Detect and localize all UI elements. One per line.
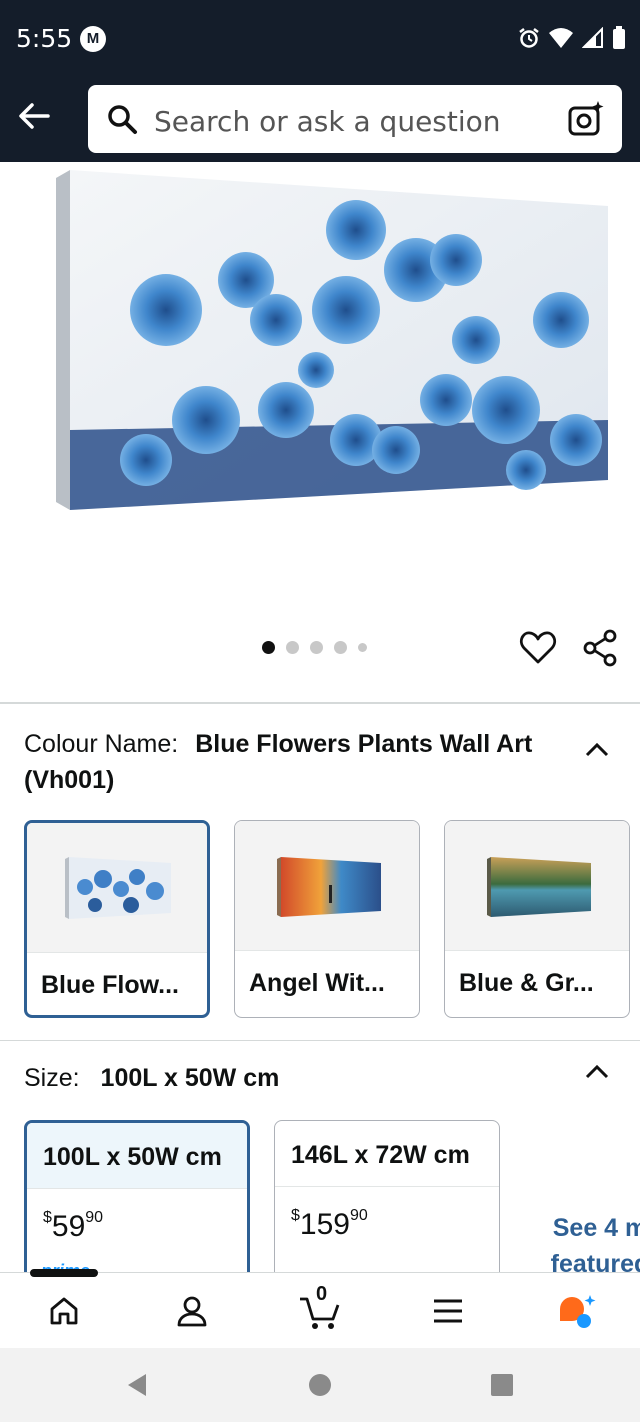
size-option-price: $5990 (43, 1209, 104, 1243)
size-label: Size: (24, 1064, 80, 1092)
nav-home[interactable] (42, 1289, 86, 1333)
nav-account[interactable] (170, 1289, 214, 1333)
thumbnail-angel-wings (277, 857, 381, 917)
active-tab-indicator (30, 1269, 98, 1277)
colour-option-label: Angel Wit... (249, 969, 385, 997)
colour-option-label: Blue & Gr... (459, 969, 594, 997)
person-icon (177, 1296, 207, 1327)
alarm-icon (519, 28, 539, 48)
search-input[interactable]: Search or ask a question (88, 85, 622, 153)
signal-icon (582, 27, 603, 48)
chevron-up-icon[interactable] (584, 1062, 610, 1080)
motorola-icon: M (80, 26, 106, 52)
search-icon (108, 105, 137, 134)
bottom-navigation: 0 (0, 1269, 640, 1348)
share-icon[interactable] (580, 628, 620, 668)
thumbnail-blue-flowers (65, 857, 171, 919)
home-icon (50, 1297, 78, 1325)
divider (0, 1040, 640, 1041)
back-triangle-icon[interactable] (124, 1372, 150, 1398)
cart-count: 0 (316, 1283, 328, 1305)
pagination-dot[interactable] (286, 641, 299, 654)
home-circle-icon[interactable] (308, 1373, 332, 1397)
thumbnail-blue-green-lake (487, 857, 591, 917)
size-option-label: 146L x 72W cm (275, 1121, 499, 1187)
size-heading: Size: 100L x 50W cm (24, 1064, 279, 1093)
product-image[interactable] (56, 170, 608, 510)
pagination-dot[interactable] (262, 641, 275, 654)
header: Search or ask a question (0, 78, 640, 162)
size-option-label: 100L x 50W cm (27, 1123, 247, 1189)
system-navigation-bar (0, 1348, 640, 1422)
heart-icon[interactable] (518, 628, 558, 668)
wifi-icon (549, 28, 573, 48)
rufus-assistant-icon (560, 1295, 596, 1328)
status-time: 5:55 (16, 24, 73, 53)
nav-assistant[interactable] (554, 1289, 598, 1333)
size-option[interactable]: 146L x 72W cm $15990 (274, 1120, 500, 1290)
pagination-dot[interactable] (334, 641, 347, 654)
colour-option-label: Blue Flow... (41, 971, 179, 999)
colour-option[interactable]: Blue & Gr... (444, 820, 630, 1018)
back-arrow-icon[interactable] (14, 96, 54, 136)
pagination-dot[interactable] (358, 643, 367, 652)
colour-heading: Colour Name: Blue Flowers Plants Wall Ar… (24, 726, 544, 798)
size-option-price: $15990 (291, 1207, 368, 1241)
search-placeholder: Search or ask a question (154, 105, 501, 138)
nav-cart[interactable]: 0 (296, 1283, 346, 1333)
battery-icon (613, 26, 625, 49)
camera-search-icon[interactable] (566, 99, 606, 139)
menu-icon (434, 1299, 462, 1323)
colour-option[interactable]: Angel Wit... (234, 820, 420, 1018)
divider (0, 702, 640, 704)
chevron-up-icon[interactable] (584, 740, 610, 758)
gallery-pagination (262, 641, 367, 654)
status-bar: 5:55 M (0, 0, 640, 78)
recents-square-icon[interactable] (490, 1373, 514, 1397)
nav-menu[interactable] (426, 1289, 470, 1333)
size-value: 100L x 50W cm (100, 1064, 280, 1092)
colour-label: Colour Name: (24, 730, 179, 758)
product-image-gallery[interactable] (0, 162, 640, 702)
size-option[interactable]: 100L x 50W cm $5990 prime (24, 1120, 250, 1290)
status-icons (518, 26, 626, 50)
pagination-dot[interactable] (310, 641, 323, 654)
colour-option[interactable]: Blue Flow... (24, 820, 210, 1018)
